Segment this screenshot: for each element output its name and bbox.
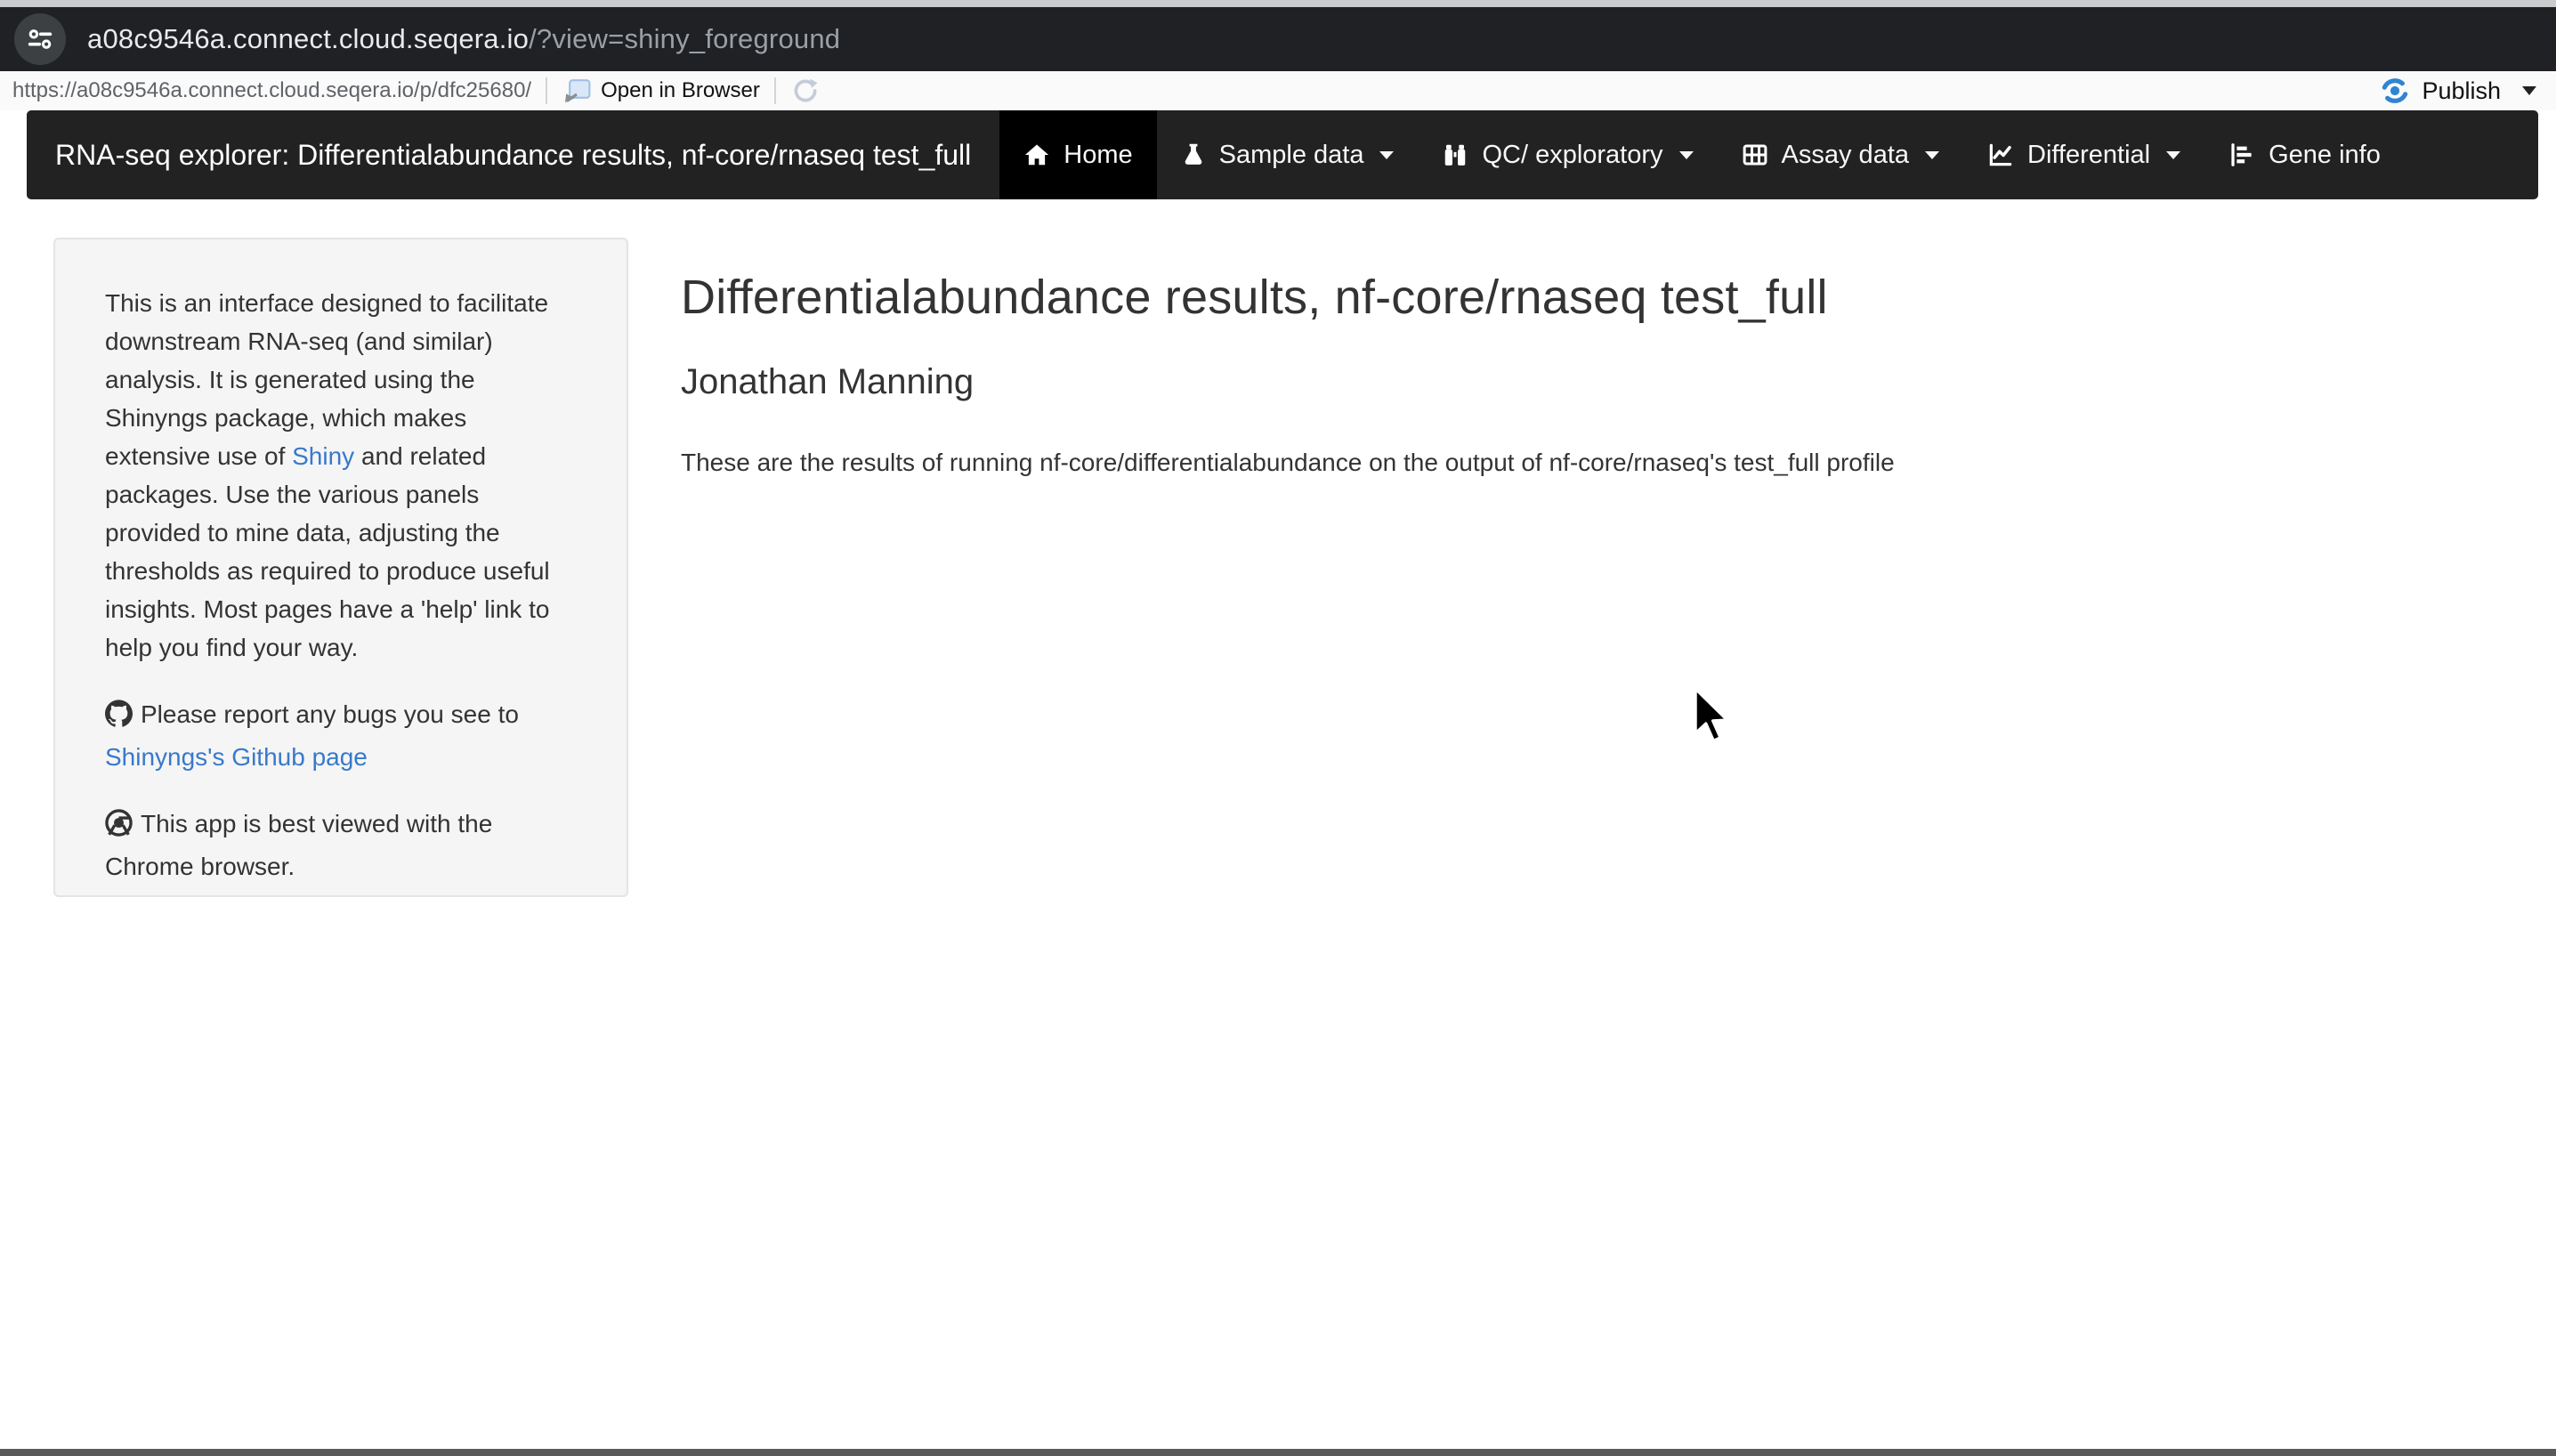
deployed-app-url: https://a08c9546a.connect.cloud.seqera.i… [12, 78, 531, 103]
open-in-browser-button[interactable]: Open in Browser [562, 77, 760, 105]
publish-label: Publish [2422, 77, 2501, 105]
chrome-icon [105, 809, 133, 847]
table-icon [1742, 142, 1768, 168]
toolbar-separator [774, 77, 776, 104]
nav-item-label: Gene info [2269, 141, 2381, 170]
publish-button[interactable]: Publish [2377, 75, 2536, 107]
publish-icon [2377, 75, 2413, 107]
intro-text-after: and related packages. Use the various pa… [105, 442, 550, 661]
nav-item-home[interactable]: Home [999, 110, 1156, 199]
site-settings-button[interactable] [14, 13, 66, 65]
connect-toolbar: https://a08c9546a.connect.cloud.seqera.i… [0, 71, 2556, 110]
nav-item-gene-info[interactable]: Gene info [2204, 110, 2405, 199]
github-icon [105, 700, 133, 738]
nav-item-qc-exploratory[interactable]: QC/ exploratory [1418, 110, 1717, 199]
chevron-down-icon [1379, 151, 1394, 159]
flask-icon [1181, 142, 1206, 168]
tune-icon [25, 24, 55, 54]
home-icon [1023, 142, 1050, 168]
page-description: These are the results of running nf-core… [681, 449, 2069, 477]
main-content: Differentialabundance results, nf-core/r… [681, 238, 2069, 477]
nav-item-label: Assay data [1782, 141, 1909, 170]
line-chart-icon [1987, 142, 2014, 168]
publish-caret-icon[interactable] [2522, 86, 2536, 95]
address-text[interactable]: a08c9546a.connect.cloud.seqera.io/?view=… [87, 23, 840, 55]
nav-item-label: QC/ exploratory [1482, 141, 1662, 170]
binoculars-icon [1442, 142, 1468, 168]
nav-item-label: Sample data [1219, 141, 1364, 170]
chrome-note-paragraph: This app is best viewed with the Chrome … [105, 805, 578, 886]
window-top-edge [0, 0, 2556, 7]
page-title: Differentialabundance results, nf-core/r… [681, 270, 2069, 325]
nav-item-sample-data[interactable]: Sample data [1157, 110, 1419, 199]
refresh-button[interactable] [790, 76, 821, 106]
window-bottom-edge [0, 1449, 2556, 1456]
nav-item-label: Home [1064, 141, 1132, 170]
nav-items: Home Sample data QC/ exploratory [999, 110, 2405, 199]
nav-item-differential[interactable]: Differential [1963, 110, 2204, 199]
navbar-brand[interactable]: RNA-seq explorer: Differentialabundance … [27, 110, 999, 199]
intro-paragraph: This is an interface designed to facilit… [105, 284, 578, 667]
nav-item-assay-data[interactable]: Assay data [1718, 110, 1963, 199]
page-author: Jonathan Manning [681, 362, 2069, 402]
shiny-link[interactable]: Shiny [292, 442, 354, 470]
shinyngs-github-link[interactable]: Shinyngs's Github page [105, 743, 368, 771]
mouse-cursor [1687, 687, 1739, 746]
open-in-browser-label: Open in Browser [601, 78, 760, 103]
refresh-icon [790, 76, 821, 106]
chrome-note-text: This app is best viewed with the Chrome … [105, 810, 492, 880]
browser-url-bar[interactable]: a08c9546a.connect.cloud.seqera.io/?view=… [0, 7, 2556, 71]
bug-report-text: Please report any bugs you see to [141, 700, 519, 728]
chevron-down-icon [2166, 151, 2180, 159]
nav-item-label: Differential [2027, 141, 2150, 170]
chevron-down-icon [1925, 151, 1939, 159]
bar-chart-icon [2228, 142, 2255, 168]
chevron-down-icon [1679, 151, 1694, 159]
url-host: a08c9546a.connect.cloud.seqera.io [87, 23, 529, 54]
app-navbar: RNA-seq explorer: Differentialabundance … [27, 110, 2538, 199]
sidebar-info-panel: This is an interface designed to facilit… [53, 238, 628, 897]
open-in-browser-icon [562, 77, 592, 105]
toolbar-separator [546, 77, 547, 104]
url-path: /?view=shiny_foreground [529, 23, 840, 54]
bug-report-paragraph: Please report any bugs you see to Shinyn… [105, 695, 578, 776]
